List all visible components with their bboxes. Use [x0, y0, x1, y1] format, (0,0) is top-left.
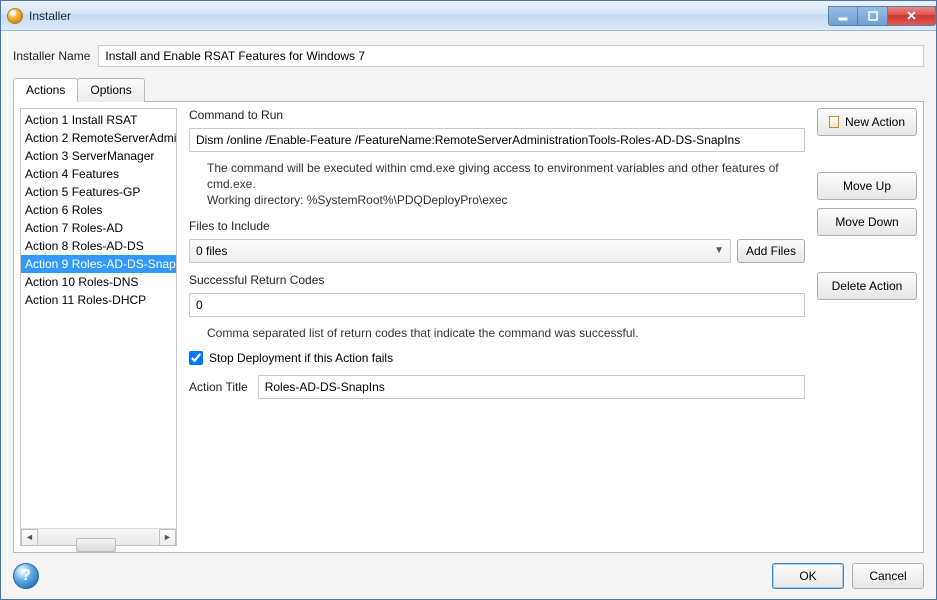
- action-list-scrollbar[interactable]: ◄ ►: [21, 528, 176, 545]
- list-item[interactable]: Action 2 RemoteServerAdministrationTools: [21, 129, 176, 147]
- action-title-row: Action Title: [189, 375, 805, 399]
- close-icon: [906, 10, 917, 21]
- list-item[interactable]: Action 6 Roles: [21, 201, 176, 219]
- maximize-button[interactable]: [858, 6, 888, 26]
- window-title: Installer: [29, 9, 71, 23]
- action-list[interactable]: Action 1 Install RSATAction 2 RemoteServ…: [21, 109, 176, 528]
- installer-name-row: Installer Name: [13, 45, 924, 67]
- list-item[interactable]: Action 11 Roles-DHCP: [21, 291, 176, 309]
- command-help-2: Working directory: %SystemRoot%\PDQDeplo…: [207, 193, 508, 207]
- command-label: Command to Run: [189, 108, 805, 122]
- installer-name-label: Installer Name: [13, 49, 90, 63]
- ok-label: OK: [799, 569, 816, 583]
- app-icon: [7, 8, 23, 24]
- stop-deploy-label[interactable]: Stop Deployment if this Action fails: [209, 351, 393, 365]
- new-action-button[interactable]: New Action: [817, 108, 917, 136]
- footer: ? OK Cancel: [13, 563, 924, 589]
- add-files-label: Add Files: [746, 244, 796, 258]
- cancel-label: Cancel: [869, 569, 906, 583]
- stop-deploy-checkbox[interactable]: [189, 351, 203, 365]
- ok-button[interactable]: OK: [772, 563, 844, 589]
- tab-actions[interactable]: Actions: [13, 78, 78, 102]
- installer-window: Installer Installer Name Actions Options: [0, 0, 937, 600]
- command-input[interactable]: [189, 128, 805, 152]
- titlebar[interactable]: Installer: [1, 1, 936, 31]
- list-item[interactable]: Action 7 Roles-AD: [21, 219, 176, 237]
- tab-options[interactable]: Options: [77, 78, 144, 102]
- return-codes-help: Comma separated list of return codes tha…: [189, 323, 805, 341]
- cancel-button[interactable]: Cancel: [852, 563, 924, 589]
- stop-deploy-row: Stop Deployment if this Action fails: [189, 351, 805, 365]
- chevron-down-icon: ▼: [714, 245, 724, 256]
- minimize-icon: [838, 11, 848, 21]
- scroll-thumb[interactable]: [76, 538, 116, 552]
- return-codes-label: Successful Return Codes: [189, 273, 805, 287]
- tab-actions-label: Actions: [26, 83, 65, 97]
- minimize-button[interactable]: [828, 6, 858, 26]
- move-down-label: Move Down: [835, 215, 898, 229]
- command-help-1: The command will be executed within cmd.…: [207, 161, 779, 191]
- list-item[interactable]: Action 9 Roles-AD-DS-SnapIns: [21, 255, 176, 273]
- action-form: Command to Run The command will be execu…: [183, 108, 811, 546]
- maximize-icon: [868, 11, 878, 21]
- help-button[interactable]: ?: [13, 563, 39, 589]
- help-icon: ?: [21, 567, 31, 585]
- document-icon: [829, 116, 839, 128]
- footer-buttons: OK Cancel: [772, 563, 924, 589]
- side-buttons: New Action Move Up Move Down Delete Acti…: [817, 108, 917, 546]
- list-item[interactable]: Action 1 Install RSAT: [21, 111, 176, 129]
- files-label: Files to Include: [189, 219, 805, 233]
- move-up-label: Move Up: [843, 179, 891, 193]
- command-help: The command will be executed within cmd.…: [189, 158, 805, 209]
- client-area: Installer Name Actions Options Action 1 …: [1, 31, 936, 599]
- installer-name-input[interactable]: [98, 45, 924, 67]
- scroll-right-button[interactable]: ►: [159, 529, 176, 546]
- tab-options-label: Options: [90, 83, 131, 97]
- action-title-label: Action Title: [189, 380, 248, 394]
- new-action-label: New Action: [845, 115, 905, 129]
- list-item[interactable]: Action 3 ServerManager: [21, 147, 176, 165]
- files-row: 0 files ▼ Add Files: [189, 239, 805, 263]
- action-list-container: Action 1 Install RSATAction 2 RemoteServ…: [20, 108, 177, 546]
- close-button[interactable]: [888, 6, 936, 26]
- list-item[interactable]: Action 10 Roles-DNS: [21, 273, 176, 291]
- move-down-button[interactable]: Move Down: [817, 208, 917, 236]
- tabs: Actions Options: [13, 77, 924, 101]
- scroll-left-button[interactable]: ◄: [21, 529, 38, 546]
- tab-panel-actions: Action 1 Install RSATAction 2 RemoteServ…: [13, 101, 924, 553]
- action-title-input[interactable]: [258, 375, 805, 399]
- delete-action-label: Delete Action: [832, 279, 903, 293]
- move-up-button[interactable]: Move Up: [817, 172, 917, 200]
- return-codes-input[interactable]: [189, 293, 805, 317]
- list-item[interactable]: Action 8 Roles-AD-DS: [21, 237, 176, 255]
- window-buttons: [828, 6, 936, 26]
- add-files-button[interactable]: Add Files: [737, 239, 805, 263]
- delete-action-button[interactable]: Delete Action: [817, 272, 917, 300]
- files-dropdown[interactable]: 0 files ▼: [189, 239, 731, 263]
- list-item[interactable]: Action 4 Features: [21, 165, 176, 183]
- files-dropdown-value: 0 files: [196, 244, 227, 258]
- list-item[interactable]: Action 5 Features-GP: [21, 183, 176, 201]
